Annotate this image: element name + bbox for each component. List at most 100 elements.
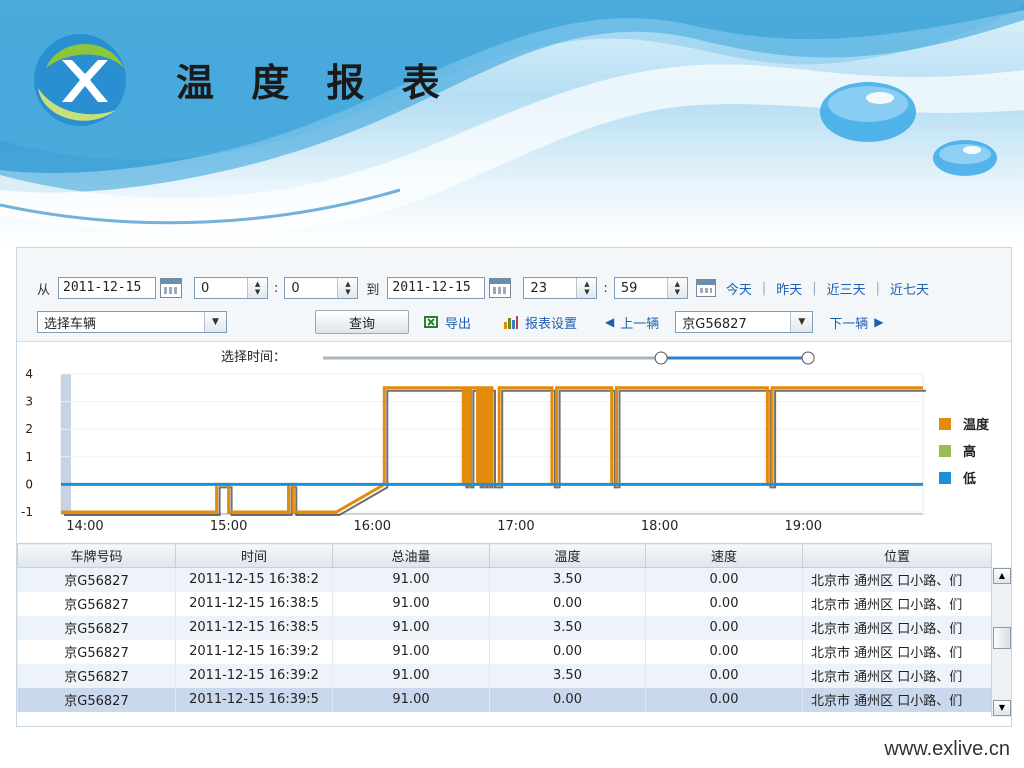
link-separator: | xyxy=(812,280,817,296)
table-row[interactable]: 京G56827 2011-12-15 16:38:5 91.00 0.00 0.00 北京… xyxy=(17,591,992,616)
page-title: 温 度 报 表 xyxy=(176,60,452,105)
table-cell: 0.00 xyxy=(489,639,646,664)
column-header[interactable]: 时间 xyxy=(175,543,333,568)
table-cell: 91.00 xyxy=(332,639,490,664)
data-table: 车牌号码 时间 总油量 温度 速度 位置 京G56827 2011-12-15 1… xyxy=(17,543,1011,728)
slider-handle-start[interactable] xyxy=(654,351,668,365)
legend-swatch xyxy=(939,472,951,484)
table-cell: 3.50 xyxy=(489,567,646,592)
quick-range-today[interactable]: 今天 xyxy=(726,279,752,298)
table-cell: 京G56827 xyxy=(17,591,176,616)
table-cell: 91.00 xyxy=(332,567,490,592)
scroll-down-icon[interactable]: ▼ xyxy=(993,700,1011,716)
table-row[interactable]: 京G56827 2011-12-15 16:39:2 91.00 0.00 0.00 北京… xyxy=(17,639,992,664)
vehicle-plate-select[interactable]: 京G56827 ▼ xyxy=(675,311,814,333)
table-cell: 2011-12-15 16:39:2 xyxy=(175,639,333,664)
scroll-up-icon[interactable]: ▲ xyxy=(993,568,1011,584)
spin-arrows-icon[interactable]: ▲ ▼ xyxy=(337,278,358,298)
today-calendar-icon[interactable] xyxy=(695,279,716,297)
table-cell: 北京市 通州区 口小路、们 xyxy=(802,663,992,688)
next-vehicle-button[interactable]: 下一辆 ▶ xyxy=(829,313,883,332)
from-calendar-icon[interactable] xyxy=(160,278,183,298)
export-button[interactable]: 导出 xyxy=(423,313,471,332)
chevron-down-icon[interactable]: ▼ xyxy=(790,312,813,332)
table-cell: 0.00 xyxy=(489,591,646,616)
from-minute-stepper[interactable]: 0 ▲ ▼ xyxy=(284,277,359,299)
table-scrollbar[interactable]: ▲ ▼ xyxy=(991,567,1011,717)
column-header[interactable]: 速度 xyxy=(645,543,803,568)
legend-swatch xyxy=(939,445,951,457)
time-slider-row: 选择时间： xyxy=(17,344,1011,368)
report-settings-label: 报表设置 xyxy=(525,316,578,332)
table-cell: 0.00 xyxy=(645,639,803,664)
colon: : xyxy=(274,280,279,296)
records-table: 车牌号码 时间 总油量 温度 速度 位置 京G56827 2011-12-15 1… xyxy=(17,543,992,712)
table-cell: 91.00 xyxy=(332,687,490,712)
report-settings-button[interactable]: 报表设置 xyxy=(503,313,577,332)
from-date-input[interactable]: 2011-12-15 xyxy=(58,277,157,299)
bar-chart-icon xyxy=(504,316,519,329)
y-tick-label: 1 xyxy=(25,450,33,464)
table-row[interactable]: 京G56827 2011-12-15 16:38:5 91.00 3.50 0.00 北京… xyxy=(17,615,992,640)
from-hour-stepper[interactable]: 0 ▲ ▼ xyxy=(194,277,269,299)
legend-label: 低 xyxy=(962,471,976,487)
table-cell: 3.50 xyxy=(489,663,646,688)
table-cell: 2011-12-15 16:39:5 xyxy=(175,687,333,712)
prev-vehicle-button[interactable]: ◀ 上一辆 xyxy=(605,313,659,332)
spin-arrows-icon[interactable]: ▲ ▼ xyxy=(666,278,687,298)
link-separator: | xyxy=(875,280,881,296)
quick-range-yesterday[interactable]: 昨天 xyxy=(776,279,802,298)
plot-edge-band xyxy=(61,374,71,512)
vehicle-select[interactable]: 选择车辆 ▼ xyxy=(37,311,227,333)
footer-url[interactable]: www.exlive.cn xyxy=(884,738,1010,761)
header-banner: 温 度 报 表 xyxy=(0,0,1024,245)
table-cell: 91.00 xyxy=(332,591,490,616)
scroll-thumb[interactable] xyxy=(993,627,1011,649)
action-row: 选择车辆 ▼ 查询 导出 报表设置 ◀ 上一辆 京G56827 ▼ 下一辆 ▶ xyxy=(37,308,884,336)
y-tick-label: 3 xyxy=(25,395,33,409)
table-cell: 京G56827 xyxy=(17,663,176,688)
table-cell: 京G56827 xyxy=(17,615,176,640)
table-cell: 0.00 xyxy=(645,663,803,688)
to-minute-value: 59 xyxy=(620,280,638,296)
table-cell: 3.50 xyxy=(489,615,646,640)
spin-arrows-icon[interactable]: ▲ ▼ xyxy=(576,278,597,298)
column-header[interactable]: 总油量 xyxy=(332,543,490,568)
legend-label: 温度 xyxy=(963,417,990,433)
vehicle-select-value: 选择车辆 xyxy=(44,316,97,332)
x-tick-label: 14:00 xyxy=(66,519,103,534)
column-header[interactable]: 车牌号码 xyxy=(17,543,176,568)
table-cell: 0.00 xyxy=(645,615,803,640)
query-button[interactable]: 查询 xyxy=(315,310,409,334)
column-header[interactable]: 温度 xyxy=(489,543,646,568)
wave-background xyxy=(0,0,1024,234)
from-hour-value: 0 xyxy=(201,280,210,296)
column-header[interactable]: 位置 xyxy=(802,543,992,568)
table-cell: 北京市 通州区 口小路、们 xyxy=(802,687,992,712)
quick-range-three-days[interactable]: 近三天 xyxy=(827,279,866,298)
spin-arrows-icon[interactable]: ▲ ▼ xyxy=(247,278,268,298)
quick-range-seven-days[interactable]: 近七天 xyxy=(890,279,929,298)
link-separator: | xyxy=(761,280,767,296)
to-date-input[interactable]: 2011-12-15 xyxy=(387,277,486,299)
x-tick-label: 18:00 xyxy=(641,519,678,534)
table-cell: 0.00 xyxy=(645,567,803,592)
y-tick-label: -1 xyxy=(21,505,33,519)
slider-handle-end[interactable] xyxy=(801,351,815,365)
x-tick-label: 17:00 xyxy=(497,519,534,534)
to-calendar-icon[interactable] xyxy=(489,278,512,298)
table-row[interactable]: 京G56827 2011-12-15 16:38:2 91.00 3.50 0.00 北京… xyxy=(17,567,992,592)
table-row[interactable]: 京G56827 2011-12-15 16:39:5 91.00 0.00 0.00 北京… xyxy=(17,687,992,712)
x-tick-label: 16:00 xyxy=(354,519,391,534)
to-minute-stepper[interactable]: 59 ▲ ▼ xyxy=(613,277,688,299)
table-cell: 91.00 xyxy=(332,663,490,688)
table-cell: 0.00 xyxy=(645,591,803,616)
to-hour-stepper[interactable]: 23 ▲ ▼ xyxy=(523,277,598,299)
time-range-slider[interactable] xyxy=(17,344,1011,368)
prev-vehicle-label: 上一辆 xyxy=(620,316,660,332)
date-range-row: 从 2011-12-15 0 ▲ ▼ : 0 ▲ ▼ 到 2011-12-15 23… xyxy=(37,274,929,302)
table-cell: 北京市 通州区 口小路、们 xyxy=(802,615,992,640)
next-vehicle-label: 下一辆 xyxy=(829,316,869,332)
chevron-down-icon[interactable]: ▼ xyxy=(204,312,226,332)
table-row[interactable]: 京G56827 2011-12-15 16:39:2 91.00 3.50 0.00 北京… xyxy=(17,663,992,688)
